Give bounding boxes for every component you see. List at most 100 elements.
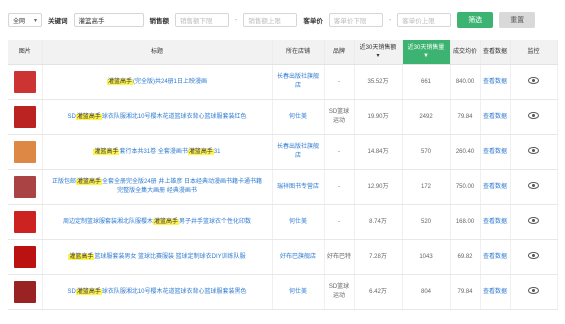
price-max-input[interactable]: 客单价上限 xyxy=(397,13,452,27)
col-title: 标题 xyxy=(42,40,273,65)
col-image: 图片 xyxy=(8,40,43,65)
volume-value: 2492 xyxy=(402,99,451,135)
view-data-link[interactable]: 查看数据 xyxy=(480,274,511,310)
monitor-cell xyxy=(510,204,558,240)
col-shop: 所在店铺 xyxy=(272,40,325,65)
volume-value: 1043 xyxy=(402,239,451,275)
keyword-highlight: 灌篮高手 xyxy=(93,148,120,155)
filter-bar: 全网 ▾ 关键词 灌篮高手 销售额 销售额下限 - 销售额上限 客单价 客单价下限… xyxy=(0,0,565,40)
view-data-link[interactable]: 查看数据 xyxy=(480,64,511,100)
col-volume[interactable]: 近30天销售量 ▼ xyxy=(402,40,451,65)
brand: - xyxy=(324,64,355,100)
sales-max-input[interactable]: 销售额上限 xyxy=(243,13,298,27)
sales-value: 12.90万 xyxy=(354,169,403,205)
view-data-link[interactable]: 查看数据 xyxy=(480,169,511,205)
avg-price: 750.00 xyxy=(450,169,481,205)
volume-value: 172 xyxy=(402,169,451,205)
product-title[interactable]: 灌篮高手(完全版)共24册1日上映漫画 xyxy=(42,64,273,100)
thumbnail-cell xyxy=(8,239,43,275)
keyword-highlight: 灌篮高手 xyxy=(152,218,179,225)
price-min-input[interactable]: 客单价下限 xyxy=(328,13,383,27)
table-row: 周边定制篮球服套装湘北队服樱木灌篮高手男子井手篮球衣个性化印数 何仕美 -8.74万… xyxy=(8,204,558,240)
shop-name[interactable]: 何仕美 xyxy=(272,274,325,310)
product-image[interactable] xyxy=(13,71,36,93)
product-image[interactable] xyxy=(13,211,36,233)
col-sales[interactable]: 近30天销售额 ▾ xyxy=(354,40,403,65)
filter-button[interactable]: 筛选 xyxy=(457,12,494,28)
view-data-link[interactable]: 查看数据 xyxy=(480,204,511,240)
thumbnail-cell xyxy=(8,99,43,135)
product-image[interactable] xyxy=(13,141,36,163)
col-monitor: 监控 xyxy=(510,40,558,65)
volume-value: 520 xyxy=(402,204,451,240)
col-brand: 品牌 xyxy=(324,40,355,65)
col-price: 成交均价 xyxy=(450,40,481,65)
price-label: 客单价 xyxy=(303,18,323,25)
sort-active-icon: ▼ xyxy=(423,53,429,59)
brand: 好布巴特 xyxy=(324,239,355,275)
brand: - xyxy=(324,134,355,170)
product-title[interactable]: SD灌篮高手球衣队服湘北10号樱木花道篮球衣背心篮球服套装红色 xyxy=(42,99,273,135)
sort-icon: ▾ xyxy=(376,53,380,59)
product-image[interactable] xyxy=(13,106,36,128)
product-title[interactable]: SD灌篮高手球衣队服湘北10号樱木花道篮球衣背心篮球服套装黑色 xyxy=(42,274,273,310)
eye-icon[interactable] xyxy=(528,146,539,154)
view-data-link[interactable]: 查看数据 xyxy=(480,99,511,135)
keyword-highlight: 灌篮高手 xyxy=(75,113,102,120)
eye-icon[interactable] xyxy=(528,181,539,189)
eye-icon[interactable] xyxy=(528,111,539,119)
keyword-highlight: 灌篮高手 xyxy=(75,288,102,295)
shop-name[interactable]: 长春出版社旗舰店 xyxy=(272,64,325,100)
eye-icon[interactable] xyxy=(528,216,539,224)
eye-icon[interactable] xyxy=(528,286,539,294)
keyword-label: 关键词 xyxy=(48,18,68,25)
sales-value: 35.52万 xyxy=(354,64,403,100)
shop-name[interactable]: 何仕美 xyxy=(272,99,325,135)
shop-name[interactable]: 何仕美 xyxy=(272,204,325,240)
product-image[interactable] xyxy=(13,246,36,268)
col-view: 查看数据 xyxy=(480,40,511,65)
monitor-cell xyxy=(510,64,558,100)
brand: - xyxy=(324,204,355,240)
monitor-cell xyxy=(510,134,558,170)
brand: SD篮球运动 xyxy=(324,274,355,310)
thumbnail-cell xyxy=(8,274,43,310)
sales-value: 14.84万 xyxy=(354,134,403,170)
monitor-cell xyxy=(510,169,558,205)
sales-min-input[interactable]: 销售额下限 xyxy=(175,13,229,27)
product-title[interactable]: 灌篮高手套行本共31卷 全套漫画书灌篮高手31 xyxy=(42,134,273,170)
brand: - xyxy=(324,169,355,205)
product-image[interactable] xyxy=(13,176,36,198)
monitor-cell xyxy=(510,239,558,275)
sales-value: 7.28万 xyxy=(354,239,403,275)
thumbnail-cell xyxy=(8,64,43,100)
view-data-link[interactable]: 查看数据 xyxy=(480,134,511,170)
eye-icon[interactable] xyxy=(528,251,539,259)
avg-price: 69.82 xyxy=(450,239,481,275)
sales-value: 8.74万 xyxy=(354,204,403,240)
product-image[interactable] xyxy=(13,281,36,303)
table-row: 灌篮高手套行本共31卷 全套漫画书灌篮高手31 长春出版社旗舰店 -14.84万 57… xyxy=(8,134,558,170)
keyword-highlight: 灌篮高手 xyxy=(106,78,133,85)
view-data-link[interactable]: 查看数据 xyxy=(480,239,511,275)
avg-price: 79.84 xyxy=(450,99,481,135)
avg-price: 260.40 xyxy=(450,134,481,170)
table-row: 灌篮高手(完全版)共24册1日上映漫画 长春出版社旗舰店 -35.52万 661 840… xyxy=(8,64,558,100)
volume-value: 661 xyxy=(402,64,451,100)
product-title[interactable]: 周边定制篮球服套装湘北队服樱木灌篮高手男子井手篮球衣个性化印数 xyxy=(42,204,273,240)
shop-name[interactable]: 长春出版社旗舰店 xyxy=(272,134,325,170)
brand: SD篮球运动 xyxy=(324,99,355,135)
shop-name[interactable]: 瑞祥图书专营店 xyxy=(272,169,325,205)
sales-label: 销售额 xyxy=(149,18,170,25)
thumbnail-cell xyxy=(8,204,43,240)
shop-name[interactable]: 好布巴旗舰店 xyxy=(272,239,325,275)
keyword-highlight: 灌篮高手 xyxy=(187,148,214,155)
keyword-input[interactable]: 灌篮高手 xyxy=(73,13,144,27)
reset-button[interactable]: 重置 xyxy=(499,12,536,28)
sales-value: 6.42万 xyxy=(354,274,403,310)
scope-select[interactable]: 全网 ▾ xyxy=(8,13,42,27)
product-title[interactable]: 灌篮高手篮球服套装男女 篮球比赛服装 篮球定制球衣DIY训练队服 xyxy=(42,239,273,275)
product-title[interactable]: 正版包邮灌篮高手全套全册完全版24册 井上雄彦 日本经典动漫画书籍卡通书籍 完整… xyxy=(42,169,273,205)
table-row: SD灌篮高手球衣队服湘北10号樱木花道篮球衣背心篮球服套装黑色 何仕美 SD篮球运动… xyxy=(8,274,558,310)
eye-icon[interactable] xyxy=(528,76,539,84)
